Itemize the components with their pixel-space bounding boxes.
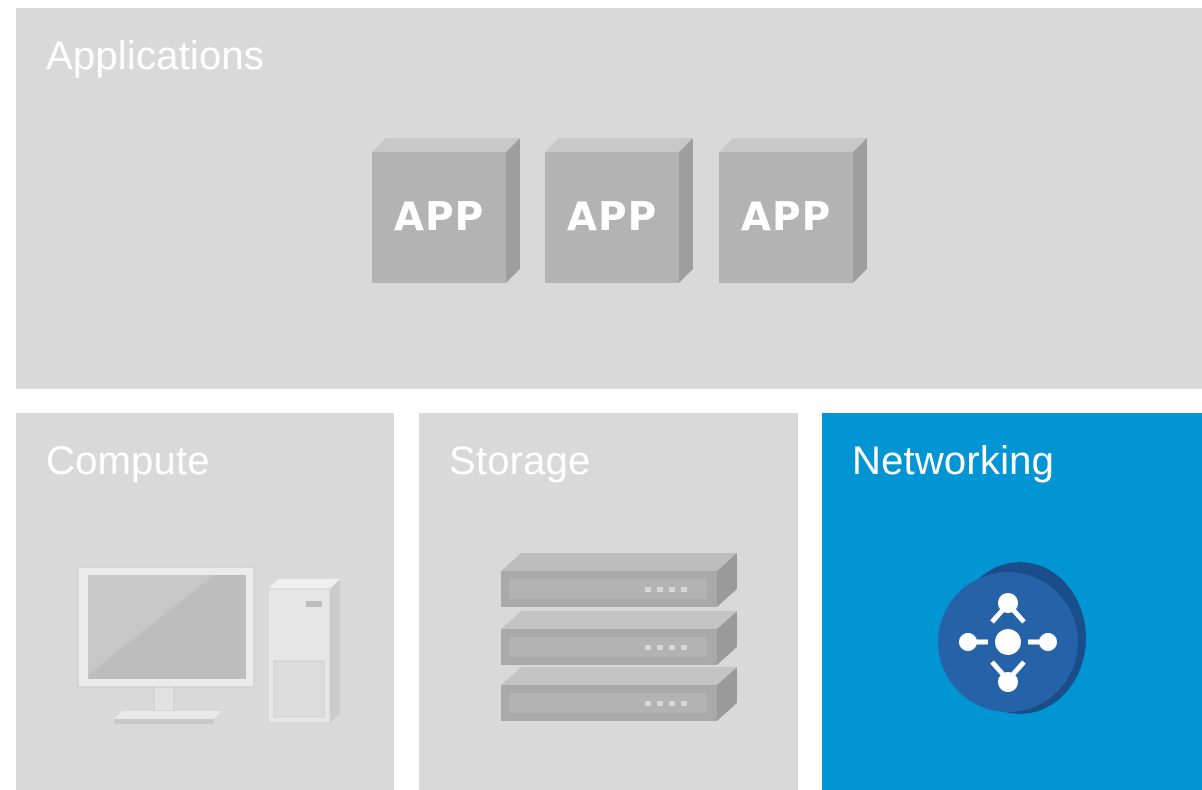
app-label: APP — [393, 195, 485, 240]
server-stack-icon — [501, 553, 737, 721]
app-block-3: APP — [719, 138, 867, 283]
app-block-2: APP — [545, 138, 693, 283]
applications-panel: Applications APP APP APP — [16, 8, 1202, 389]
app-block-1: APP — [372, 138, 520, 283]
app-label: APP — [740, 195, 832, 240]
network-topology-icon — [938, 562, 1086, 714]
app-label: APP — [566, 195, 658, 240]
storage-panel: Storage — [419, 413, 798, 790]
storage-title: Storage — [449, 439, 591, 483]
networking-panel: Networking — [822, 413, 1202, 790]
compute-panel: Compute — [16, 413, 394, 790]
networking-title: Networking — [852, 439, 1055, 483]
compute-title: Compute — [46, 439, 210, 483]
desktop-computer-icon — [77, 566, 340, 724]
applications-title: Applications — [46, 34, 265, 78]
